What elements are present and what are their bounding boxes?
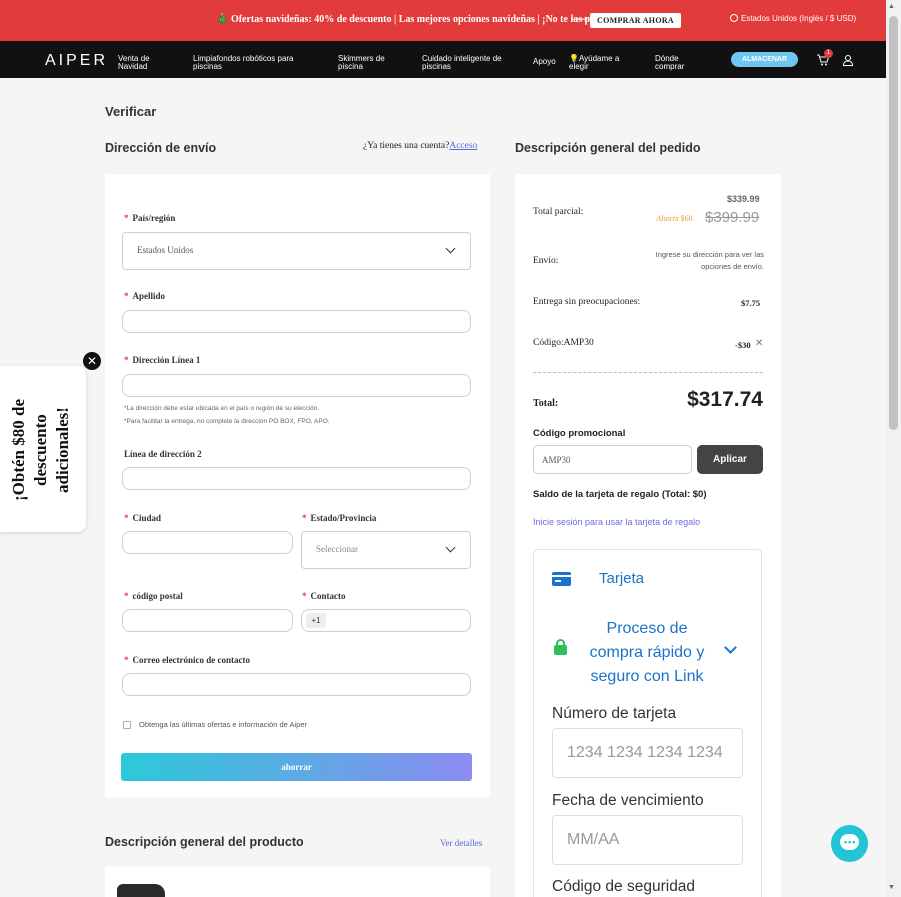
- chevron-down-icon: [445, 243, 456, 254]
- email-label: * Correo electrónico de contacto: [124, 655, 251, 665]
- address-note-1: *La dirección debe estar ubicada en el p…: [124, 405, 320, 412]
- savings-label: Ahorra $60: [656, 214, 693, 223]
- address-note-2: *Para facilitar la entrega, no complete …: [124, 418, 330, 425]
- shipping-note: Ingrese su dirección para ver las opcion…: [655, 250, 764, 271]
- promo-code-label: Código promocional: [533, 428, 626, 439]
- country-value: Estados Unidos: [137, 245, 194, 255]
- chat-dots-icon: •••: [844, 837, 857, 847]
- card-tab[interactable]: Tarjeta: [599, 570, 644, 587]
- discount-popup-text[interactable]: ¡Obtén $80 de descuento adicionales!: [8, 383, 80, 518]
- scroll-up-icon[interactable]: ▲: [888, 3, 895, 10]
- card-number-placeholder: 1234 1234 1234 1234: [567, 744, 723, 761]
- expiry-placeholder: MM/AA: [567, 831, 620, 848]
- phone-prefix: +1: [306, 613, 326, 628]
- zip-label: * código postal: [124, 591, 183, 601]
- state-placeholder: Seleccionar: [316, 544, 358, 554]
- shipping-label: Envío:: [533, 256, 559, 266]
- phone-input[interactable]: +1: [301, 609, 471, 632]
- cart-count-badge: 1: [824, 49, 833, 58]
- store-button[interactable]: ALMACENAR: [731, 52, 798, 67]
- promo-code-value: AMP30: [542, 455, 571, 465]
- store-label: ALMACENAR: [741, 56, 788, 63]
- address1-label: * Dirección Línea 1: [124, 355, 201, 365]
- shop-now-button[interactable]: COMPRAR AHORA: [590, 13, 682, 28]
- lastname-label: * Apellido: [124, 291, 166, 301]
- protection-label: Entrega sin preocupaciones:: [533, 297, 641, 307]
- remove-code-icon[interactable]: ✕: [755, 338, 763, 349]
- scroll-down-icon[interactable]: ▼: [888, 884, 895, 891]
- region-label: Estados Unidos (Inglés / $ USD): [741, 14, 857, 23]
- total-label: Total:: [533, 398, 559, 409]
- save-button[interactable]: ahorrar: [121, 753, 472, 781]
- nav-item-help-choose[interactable]: 💡Ayúdame a elegir: [569, 55, 631, 71]
- product-overview-title: Descripción general del producto: [105, 835, 304, 849]
- email-input[interactable]: [122, 673, 471, 696]
- protection-value: $7.75: [741, 298, 761, 308]
- nav-item-smart-care[interactable]: Cuidado inteligente de piscinas: [422, 55, 512, 71]
- total-value: $317.74: [687, 388, 763, 411]
- apply-button[interactable]: Aplicar: [697, 445, 763, 474]
- expiry-label: Fecha de vencimiento: [552, 792, 704, 809]
- lock-icon: [554, 639, 567, 655]
- logo[interactable]: AIPER: [45, 52, 108, 70]
- divider: [533, 372, 763, 373]
- lastname-input[interactable]: [122, 310, 471, 333]
- address2-label: Línea de dirección 2: [124, 449, 202, 459]
- offers-label: Obtenga las últimas ofertas e informació…: [139, 720, 308, 729]
- address2-input[interactable]: [122, 467, 471, 490]
- promo-text: 🎄 Ofertas navideñas: 40% de descuento | …: [216, 14, 620, 25]
- nav-item-robotic-cleaners[interactable]: Limpiafondos robóticos para piscinas: [193, 55, 303, 71]
- product-image: [117, 884, 165, 897]
- discount-code-label: Código:AMP30: [533, 338, 594, 348]
- main-nav: AIPER Venta de Navidad Limpiafondos robó…: [0, 41, 886, 78]
- country-select[interactable]: Estados Unidos: [122, 232, 471, 270]
- credit-card-icon: [552, 572, 571, 586]
- shipping-title: Dirección de envío: [105, 141, 217, 155]
- subtotal-label: Total parcial:: [533, 207, 584, 217]
- nav-item-christmas-sale[interactable]: Venta de Navidad: [118, 55, 168, 71]
- promo-banner: 🎄 Ofertas navideñas: 40% de descuento | …: [0, 0, 886, 41]
- chevron-down-icon: [445, 542, 456, 553]
- nav-item-where-to-buy[interactable]: Dónde comprar: [655, 55, 700, 71]
- globe-icon: [730, 14, 738, 22]
- expiry-input[interactable]: MM/AA: [552, 815, 743, 865]
- state-select[interactable]: Seleccionar: [301, 531, 471, 569]
- cvc-label: Código de seguridad: [552, 878, 696, 895]
- region-selector[interactable]: Estados Unidos (Inglés / $ USD): [730, 14, 856, 23]
- login-link[interactable]: Acceso: [449, 141, 477, 151]
- discount-code-value: -$30: [735, 340, 751, 350]
- promo-code-input[interactable]: AMP30: [533, 445, 692, 474]
- scrollbar-thumb[interactable]: [889, 16, 898, 430]
- address1-input[interactable]: [122, 374, 471, 397]
- gift-card-login-link[interactable]: Inicie sesión para usar la tarjeta de re…: [533, 517, 700, 527]
- gift-card-balance: Saldo de la tarjeta de regalo (Total: $0…: [533, 489, 707, 500]
- subtotal-new: $339.99: [727, 194, 760, 204]
- link-checkout-text[interactable]: Proceso de compra rápido y seguro con Li…: [579, 617, 715, 689]
- page-title: Verificar: [105, 104, 157, 119]
- nav-item-skimmers[interactable]: Skimmers de piscina: [338, 55, 398, 71]
- zip-input[interactable]: [122, 609, 293, 632]
- city-input[interactable]: [122, 531, 293, 554]
- arrow-right-icon: ⟶: [571, 12, 589, 26]
- user-icon[interactable]: [842, 54, 854, 66]
- nav-item-support[interactable]: Apoyo: [533, 58, 556, 66]
- city-label: * Ciudad: [124, 513, 162, 523]
- have-account-text: ¿Ya tienes una cuenta?: [363, 141, 450, 151]
- country-label: * País/región: [124, 213, 176, 223]
- login-prompt: ¿Ya tienes una cuenta?Acceso: [363, 141, 477, 151]
- order-summary-title: Descripción general del pedido: [515, 141, 701, 155]
- card-number-input[interactable]: 1234 1234 1234 1234: [552, 728, 743, 778]
- offers-checkbox[interactable]: [123, 721, 131, 729]
- view-details-link[interactable]: Ver detalles: [440, 838, 482, 848]
- contact-label: * Contacto: [302, 591, 346, 601]
- close-icon[interactable]: ✕: [83, 352, 101, 370]
- subtotal-old: $399.99: [705, 209, 760, 226]
- card-number-label: Número de tarjeta: [552, 705, 677, 722]
- state-label: * Estado/Provincia: [302, 513, 377, 523]
